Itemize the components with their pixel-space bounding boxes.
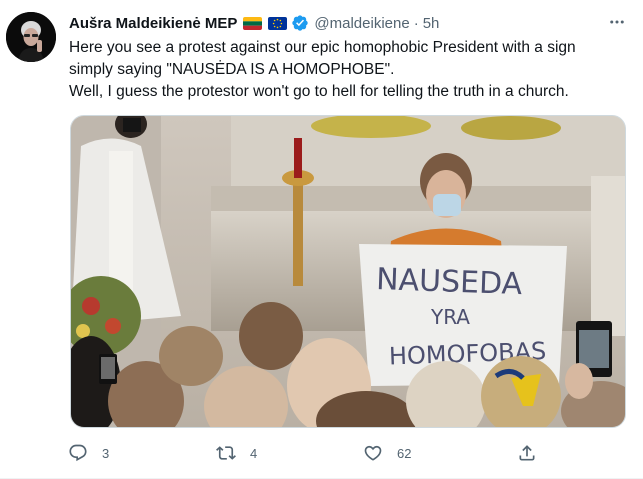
reply-count: 3 [102, 445, 110, 461]
lithuania-flag-icon [243, 16, 263, 30]
tweet-text: Here you see a protest against our epic … [69, 37, 629, 103]
protest-sign-text: YRA [430, 305, 470, 329]
tweet-header: Aušra Maldeikienė MEP @maldeikiene · 5h [69, 12, 439, 34]
retweet-icon [216, 443, 236, 463]
tweet-text-line: Well, I guess the protestor won't go to … [69, 83, 569, 100]
tweet-text-line: simply saying "NAUSĖDA IS A HOMOPHOBE". [69, 61, 395, 78]
display-name[interactable]: Aušra Maldeikienė MEP [69, 15, 237, 32]
eu-flag-icon [268, 16, 288, 30]
retweet-count: 4 [250, 445, 258, 461]
user-handle[interactable]: @maldeikiene [314, 15, 409, 32]
reply-button[interactable]: 3 [68, 440, 109, 466]
protest-sign-text: NAUSEDA [376, 262, 524, 302]
retweet-button[interactable]: 4 [216, 440, 257, 466]
reply-icon [68, 443, 88, 463]
verified-badge-icon [291, 14, 309, 32]
share-icon [517, 443, 537, 463]
tweet-photo[interactable]: NAUSEDA YRA HOMOFOBAS [70, 115, 626, 428]
tweet-card[interactable]: Aušra Maldeikienė MEP @maldeikiene · 5h … [0, 0, 643, 479]
avatar[interactable] [6, 12, 56, 62]
share-button[interactable] [517, 440, 537, 466]
timestamp[interactable]: 5h [423, 15, 440, 32]
heart-icon [363, 443, 383, 463]
separator-dot: · [413, 14, 419, 32]
tweet-text-line: Here you see a protest against our epic … [69, 39, 576, 56]
like-button[interactable]: 62 [363, 440, 411, 466]
more-dots-icon[interactable] [605, 10, 629, 34]
tweet-actions: 3 4 62 [68, 440, 548, 466]
like-count: 62 [397, 445, 412, 461]
